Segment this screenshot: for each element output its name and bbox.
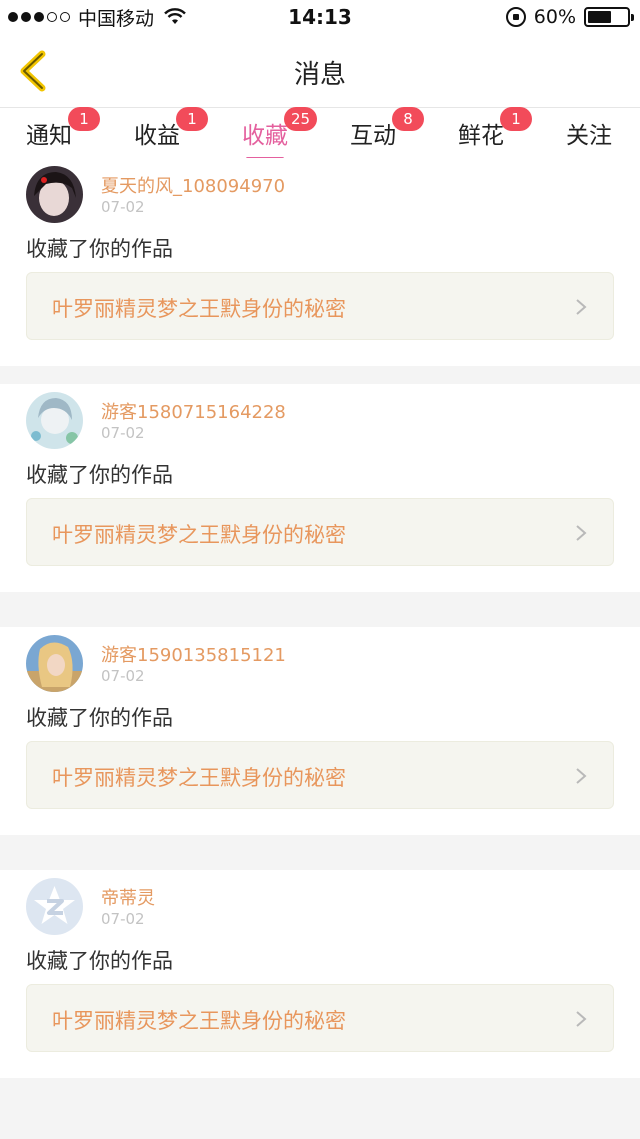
tab-follows[interactable]: 关注 bbox=[566, 116, 612, 156]
work-link[interactable]: 叶罗丽精灵梦之王默身份的秘密 bbox=[26, 984, 614, 1052]
unread-badge: 25 bbox=[284, 107, 318, 131]
action-text: 收藏了你的作品 bbox=[26, 237, 173, 261]
chevron-right-icon bbox=[576, 768, 587, 784]
chevron-right-icon bbox=[576, 1011, 587, 1027]
default-avatar-icon[interactable] bbox=[26, 878, 83, 935]
chevron-right-icon bbox=[576, 299, 587, 315]
work-title: 叶罗丽精灵梦之王默身份的秘密 bbox=[52, 297, 346, 321]
work-link[interactable]: 叶罗丽精灵梦之王默身份的秘密 bbox=[26, 741, 614, 809]
message-tabs: 通知 1 收益 1 收藏 25 互动 8 鲜花 1 关注 bbox=[0, 107, 640, 160]
avatar[interactable] bbox=[26, 166, 83, 223]
tab-favorites[interactable]: 收藏 25 bbox=[242, 107, 318, 160]
tab-label: 收藏 bbox=[242, 123, 288, 149]
tab-flowers[interactable]: 鲜花 1 bbox=[458, 107, 532, 156]
tab-interactions[interactable]: 互动 8 bbox=[350, 107, 424, 156]
tab-label: 关注 bbox=[566, 123, 612, 149]
date: 07-02 bbox=[101, 667, 145, 685]
tab-label: 鲜花 bbox=[458, 123, 504, 149]
tab-notifications[interactable]: 通知 1 bbox=[26, 107, 100, 156]
avatar[interactable] bbox=[26, 392, 83, 449]
date: 07-02 bbox=[101, 424, 145, 442]
favorite-notification-card: 游客1590135815121 07-02 收藏了你的作品 叶罗丽精灵梦之王默身… bbox=[0, 627, 640, 835]
username[interactable]: 游客1580715164228 bbox=[101, 398, 286, 424]
work-title: 叶罗丽精灵梦之王默身份的秘密 bbox=[52, 1009, 346, 1033]
unread-badge: 1 bbox=[500, 107, 532, 131]
date: 07-02 bbox=[101, 910, 145, 928]
unread-badge: 1 bbox=[176, 107, 208, 131]
tab-label: 通知 bbox=[26, 123, 72, 149]
page-title: 消息 bbox=[293, 60, 346, 90]
work-title: 叶罗丽精灵梦之王默身份的秘密 bbox=[52, 766, 346, 790]
favorite-notification-card: 帝蒂灵 07-02 收藏了你的作品 叶罗丽精灵梦之王默身份的秘密 bbox=[0, 870, 640, 1078]
action-text: 收藏了你的作品 bbox=[26, 463, 173, 487]
work-link[interactable]: 叶罗丽精灵梦之王默身份的秘密 bbox=[26, 498, 614, 566]
action-text: 收藏了你的作品 bbox=[26, 706, 173, 730]
unread-badge: 1 bbox=[68, 107, 100, 131]
tab-label: 收益 bbox=[134, 123, 180, 149]
action-text: 收藏了你的作品 bbox=[26, 949, 173, 973]
username[interactable]: 帝蒂灵 bbox=[101, 884, 155, 910]
battery-icon bbox=[584, 7, 634, 27]
username[interactable]: 游客1590135815121 bbox=[101, 641, 286, 667]
status-bar: 中国移动 14:13 60% bbox=[0, 0, 640, 34]
work-link[interactable]: 叶罗丽精灵梦之王默身份的秘密 bbox=[26, 272, 614, 340]
work-title: 叶罗丽精灵梦之王默身份的秘密 bbox=[52, 523, 346, 547]
avatar[interactable] bbox=[26, 635, 83, 692]
tab-label: 互动 bbox=[350, 123, 396, 149]
date: 07-02 bbox=[101, 198, 145, 216]
battery-percentage: 60% bbox=[533, 6, 576, 28]
tab-earnings[interactable]: 收益 1 bbox=[134, 107, 208, 156]
battery-level bbox=[588, 11, 611, 23]
chevron-right-icon bbox=[576, 525, 587, 541]
unread-badge: 8 bbox=[392, 107, 424, 131]
favorite-notification-card: 游客1580715164228 07-02 收藏了你的作品 叶罗丽精灵梦之王默身… bbox=[0, 384, 640, 592]
favorite-notification-card: 夏天的风_108094970 07-02 收藏了你的作品 叶罗丽精灵梦之王默身份… bbox=[0, 158, 640, 366]
navigation-bar: 消息 bbox=[0, 34, 640, 108]
username[interactable]: 夏天的风_108094970 bbox=[101, 172, 285, 198]
rotation-lock-icon bbox=[505, 7, 526, 27]
